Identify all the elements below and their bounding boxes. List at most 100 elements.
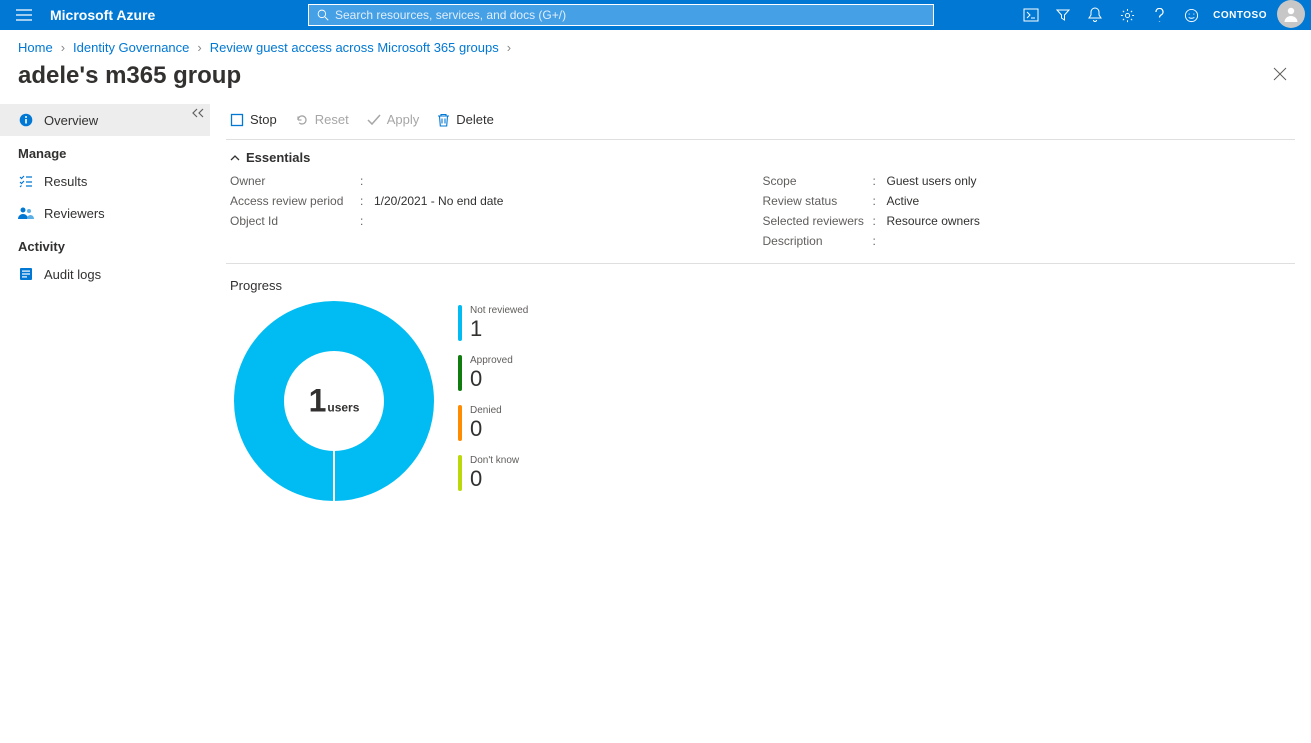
brand-label: Microsoft Azure	[48, 7, 308, 23]
review-status-value: Active	[887, 194, 920, 208]
chevron-right-icon: ›	[197, 40, 201, 55]
legend-value: 0	[470, 467, 519, 491]
breadcrumb-home[interactable]: Home	[18, 40, 53, 55]
checklist-icon	[18, 174, 34, 188]
selected-reviewers-label: Selected reviewers	[763, 214, 873, 228]
sidebar-item-label: Overview	[44, 113, 98, 128]
button-label: Apply	[387, 112, 420, 127]
chevron-right-icon: ›	[507, 40, 511, 55]
sidebar-item-reviewers[interactable]: Reviewers	[0, 197, 210, 229]
button-label: Reset	[315, 112, 349, 127]
sidebar-item-results[interactable]: Results	[0, 165, 210, 197]
legend-color-bar	[458, 355, 462, 391]
topbar-actions: CONTOSO	[1015, 0, 1311, 30]
legend-color-bar	[458, 405, 462, 441]
progress-title: Progress	[226, 264, 1295, 301]
title-row: adele's m365 group	[0, 59, 1311, 100]
user-avatar[interactable]	[1277, 0, 1305, 28]
breadcrumb-identity-governance[interactable]: Identity Governance	[73, 40, 189, 55]
donut-count: 1	[309, 383, 327, 420]
sidebar-item-label: Reviewers	[44, 206, 105, 221]
review-period-label: Access review period	[230, 194, 360, 208]
directory-filter-button[interactable]	[1047, 0, 1079, 30]
cloud-shell-button[interactable]	[1015, 0, 1047, 30]
stop-button[interactable]: Stop	[230, 112, 277, 127]
legend-value: 0	[470, 367, 513, 391]
command-bar: Stop Reset Apply Delete	[226, 100, 1295, 140]
object-id-label: Object Id	[230, 214, 360, 228]
sidebar-item-audit-logs[interactable]: Audit logs	[0, 258, 210, 290]
review-period-value: 1/20/2021 - No end date	[374, 194, 503, 208]
chevron-right-icon: ›	[61, 40, 65, 55]
owner-label: Owner	[230, 174, 360, 188]
reset-icon	[295, 113, 309, 127]
close-icon	[1273, 67, 1287, 81]
donut-unit: users	[327, 401, 359, 415]
feedback-button[interactable]	[1175, 0, 1207, 30]
cloud-shell-icon	[1023, 8, 1039, 22]
donut-center-label: 1 users	[309, 383, 360, 420]
info-icon	[18, 113, 34, 127]
description-label: Description	[763, 234, 873, 248]
menu-icon	[16, 9, 32, 21]
settings-button[interactable]	[1111, 0, 1143, 30]
sidebar-item-label: Audit logs	[44, 267, 101, 282]
people-icon	[18, 206, 34, 220]
essentials-toggle[interactable]: Essentials	[226, 140, 1295, 171]
essentials-label: Essentials	[246, 150, 310, 165]
bell-icon	[1088, 7, 1102, 23]
sidebar-item-overview[interactable]: Overview	[0, 104, 210, 136]
progress-legend: Not reviewed1 Approved0 Denied0 Don't kn…	[458, 301, 528, 491]
question-icon	[1155, 8, 1164, 22]
progress-panel: 1 users Not reviewed1 Approved0 Denied0	[226, 301, 1295, 501]
legend-approved: Approved0	[458, 355, 528, 391]
scope-label: Scope	[763, 174, 873, 188]
page-title: adele's m365 group	[18, 62, 241, 90]
progress-donut-chart: 1 users	[234, 301, 434, 501]
sidebar-item-label: Results	[44, 174, 87, 189]
collapse-sidebar-button[interactable]	[192, 106, 204, 121]
topbar: Microsoft Azure CONTOSO	[0, 0, 1311, 30]
review-status-label: Review status	[763, 194, 873, 208]
help-button[interactable]	[1143, 0, 1175, 30]
essentials-right: Scope:Guest users only Review status:Act…	[763, 171, 1296, 251]
search-input[interactable]	[335, 8, 925, 22]
legend-denied: Denied0	[458, 405, 528, 441]
chevron-up-icon	[230, 154, 240, 161]
log-icon	[18, 267, 34, 281]
stop-icon	[230, 113, 244, 127]
sidebar-section-manage: Manage	[0, 136, 210, 165]
gear-icon	[1120, 8, 1135, 23]
legend-color-bar	[458, 305, 462, 341]
double-chevron-left-icon	[192, 108, 204, 118]
close-button[interactable]	[1267, 61, 1293, 90]
breadcrumb: Home › Identity Governance › Review gues…	[0, 30, 1311, 59]
search-icon	[317, 9, 329, 21]
sidebar: Overview Manage Results Reviewers Activi…	[0, 100, 210, 743]
delete-button[interactable]: Delete	[437, 112, 494, 127]
person-icon	[1282, 5, 1300, 23]
legend-value: 1	[470, 317, 528, 341]
legend-value: 0	[470, 417, 502, 441]
button-label: Delete	[456, 112, 494, 127]
global-search[interactable]	[308, 4, 934, 26]
apply-button: Apply	[367, 112, 420, 127]
essentials-left: Owner: Access review period:1/20/2021 - …	[230, 171, 763, 251]
sidebar-section-activity: Activity	[0, 229, 210, 258]
trash-icon	[437, 113, 450, 127]
tenant-label: CONTOSO	[1207, 0, 1275, 30]
scope-value: Guest users only	[887, 174, 977, 188]
content: Stop Reset Apply Delete Essentials Owner…	[210, 100, 1311, 743]
legend-color-bar	[458, 455, 462, 491]
notifications-button[interactable]	[1079, 0, 1111, 30]
reset-button: Reset	[295, 112, 349, 127]
smiley-icon	[1184, 8, 1199, 23]
check-icon	[367, 114, 381, 126]
filter-icon	[1056, 8, 1070, 22]
selected-reviewers-value: Resource owners	[887, 214, 980, 228]
legend-dontknow: Don't know0	[458, 455, 528, 491]
essentials-panel: Owner: Access review period:1/20/2021 - …	[226, 171, 1295, 264]
button-label: Stop	[250, 112, 277, 127]
hamburger-menu-button[interactable]	[0, 0, 48, 30]
breadcrumb-review-guest-access[interactable]: Review guest access across Microsoft 365…	[210, 40, 499, 55]
